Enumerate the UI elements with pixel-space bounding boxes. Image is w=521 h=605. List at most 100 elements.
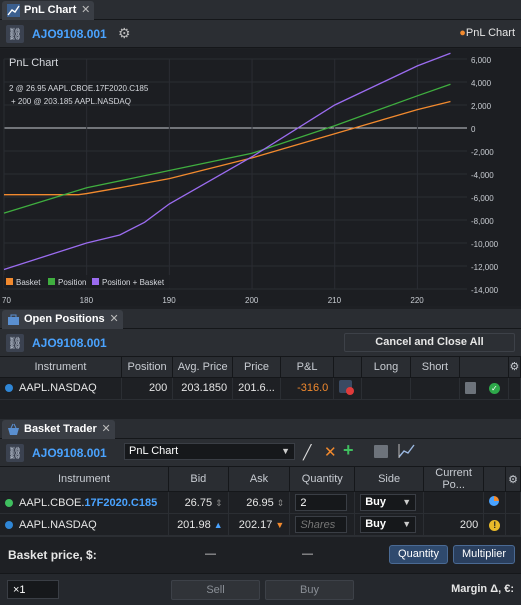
link-icon[interactable]: ⛓ xyxy=(6,334,24,352)
close-position-icon[interactable] xyxy=(339,380,355,395)
tab-pnl-chart[interactable]: PnL Chart ✕ xyxy=(2,1,95,20)
short-cell xyxy=(410,377,460,400)
tab-open-positions[interactable]: Open Positions ✕ xyxy=(2,310,123,329)
status-cell: ✓ xyxy=(459,377,509,400)
warning-icon[interactable]: ! xyxy=(489,519,501,531)
chart-title: PnL Chart xyxy=(9,57,58,69)
multiplier-mode-button[interactable]: Multiplier xyxy=(453,545,515,564)
x-tick-label: 200 xyxy=(245,296,259,305)
pencil-icon[interactable]: ╱ xyxy=(303,444,311,461)
table-row[interactable]: AAPL.NASDAQ 200 203.1850 201.6... -316.0… xyxy=(0,377,521,400)
basket-account-bar: ⛓ AJO9108.001 PnL Chart ▼ ╱ ✕ + xyxy=(0,439,521,467)
tab-basket-trader[interactable]: Basket Trader ✕ xyxy=(2,420,115,439)
link-icon[interactable]: ⛓ xyxy=(6,25,24,43)
x-tick-label: 180 xyxy=(80,296,94,305)
pnl-chart[interactable]: 6,000 4,000 2,000 0 -2,000 -4,000 -6,000 -8,000… xyxy=(0,49,521,306)
side-select[interactable]: Buy ▼ xyxy=(360,516,417,533)
pnl-account-bar: ⛓ AJO9108.001 ⚙ ●PnL Chart xyxy=(0,20,521,48)
positions-tab-bar: Open Positions ✕ xyxy=(0,309,521,329)
table-settings-icon[interactable]: ⚙ xyxy=(508,357,521,378)
pnl-chart-widget-label[interactable]: ●PnL Chart xyxy=(459,27,515,39)
quantity-mode-button[interactable]: Quantity xyxy=(389,545,448,564)
account-id[interactable]: AJO9108.001 xyxy=(32,446,107,460)
y-tick-label: -2,000 xyxy=(471,148,494,157)
side-value: Buy xyxy=(365,518,386,530)
cancel-and-close-all-button[interactable]: Cancel and Close All xyxy=(344,333,515,352)
chevron-down-icon: ▼ xyxy=(402,519,412,529)
chart-toggle-icon[interactable] xyxy=(374,445,388,458)
basket-bid: — xyxy=(205,548,216,560)
close-icon[interactable]: ✕ xyxy=(109,310,118,329)
buy-button[interactable]: Buy xyxy=(265,580,354,600)
positions-header-row: Instrument Position Avg. Price Price P&L… xyxy=(0,357,521,378)
instrument-dot-icon xyxy=(5,498,13,507)
add-icon[interactable]: + xyxy=(343,440,354,461)
basket-trader-panel: Basket Trader ✕ ⛓ AJO9108.001 PnL Chart ▼… xyxy=(0,419,521,605)
sell-button[interactable]: Sell xyxy=(171,580,260,600)
instrument-prefix: AAPL.CBOE. xyxy=(19,496,85,509)
multiplier-input[interactable] xyxy=(7,580,59,599)
instrument-dot-icon xyxy=(5,520,13,529)
col-price[interactable]: Price xyxy=(232,357,281,378)
ask-cell: 26.95 ⇕ xyxy=(228,491,291,514)
col-side[interactable]: Side xyxy=(354,467,425,492)
remove-icon[interactable]: ✕ xyxy=(324,443,337,461)
col-avg-price[interactable]: Avg. Price xyxy=(172,357,234,378)
col-ask[interactable]: Ask xyxy=(228,467,291,492)
y-tick-label: 2,000 xyxy=(471,102,492,111)
quantity-cell xyxy=(289,513,356,536)
close-icon[interactable]: ✕ xyxy=(102,420,111,439)
series-line-basket xyxy=(4,100,451,196)
link-icon[interactable]: ⛓ xyxy=(6,444,24,462)
chevron-down-icon: ▼ xyxy=(402,497,412,507)
y-tick-label: 4,000 xyxy=(471,79,492,88)
status-cell: ! xyxy=(483,513,507,536)
basket-header-row: Instrument Bid Ask Quantity Side Current… xyxy=(0,467,521,492)
close-icon[interactable]: ✕ xyxy=(81,1,90,20)
col-short[interactable]: Short xyxy=(410,357,460,378)
col-instrument[interactable]: Instrument xyxy=(0,357,122,378)
col-position[interactable]: Position xyxy=(121,357,174,378)
status-cell xyxy=(483,491,507,514)
row-end xyxy=(505,491,521,514)
col-bid[interactable]: Bid xyxy=(168,467,229,492)
pnl-chart-icon[interactable] xyxy=(398,443,415,459)
col-pnl[interactable]: P&L xyxy=(280,357,335,378)
col-long[interactable]: Long xyxy=(361,357,411,378)
y-tick-label: -6,000 xyxy=(471,194,494,203)
x-tick-label: 190 xyxy=(162,296,176,305)
account-id[interactable]: AJO9108.001 xyxy=(32,336,107,350)
pnl-cell: -316.0 xyxy=(280,377,335,400)
tab-pnl-chart-label: PnL Chart xyxy=(24,4,77,16)
col-current-position[interactable]: Current Po... xyxy=(423,467,485,492)
table-row[interactable]: AAPL.CBOE.17F2020.C185 26.75 ⇕ 26.95 ⇕ B… xyxy=(0,491,521,514)
legend-label: Position xyxy=(58,278,86,287)
col-instrument[interactable]: Instrument xyxy=(0,467,169,492)
gear-icon[interactable]: ⚙ xyxy=(118,25,131,42)
account-id[interactable]: AJO9108.001 xyxy=(32,27,107,41)
legend-label: Position + Basket xyxy=(102,278,165,287)
up-arrow-icon: ▲ xyxy=(213,519,223,530)
side-cell: Buy ▼ xyxy=(354,491,425,514)
instrument-prefix: AAPL.NASDAQ xyxy=(19,518,97,531)
positions-table: Instrument Position Avg. Price Price P&L… xyxy=(0,357,521,400)
side-select[interactable]: Buy ▼ xyxy=(360,494,417,511)
table-settings-icon[interactable]: ⚙ xyxy=(505,467,521,492)
quantity-input[interactable] xyxy=(295,494,348,511)
pie-chart-icon[interactable] xyxy=(489,496,500,506)
current-position-cell xyxy=(423,491,485,514)
chart-select[interactable]: PnL Chart ▼ xyxy=(124,443,295,460)
shares-input[interactable] xyxy=(295,516,348,533)
briefcase-icon xyxy=(8,314,19,325)
pnl-chart-svg[interactable]: 6,000 4,000 2,000 0 -2,000 -4,000 -6,000 -8,000… xyxy=(0,49,521,306)
instrument-cell: AAPL.CBOE.17F2020.C185 xyxy=(0,491,169,514)
col-action xyxy=(333,357,363,378)
chevron-down-icon: ▼ xyxy=(281,446,290,456)
quantity-cell xyxy=(289,491,356,514)
table-row[interactable]: AAPL.NASDAQ 201.98 ▲ 202.17 ▼ Buy ▼ 200 ! xyxy=(0,513,521,536)
y-tick-label: 0 xyxy=(471,125,476,134)
check-icon: ✓ xyxy=(488,382,500,394)
col-quantity[interactable]: Quantity xyxy=(289,467,356,492)
chart-select-value: PnL Chart xyxy=(129,445,179,457)
order-icon[interactable] xyxy=(464,382,476,395)
